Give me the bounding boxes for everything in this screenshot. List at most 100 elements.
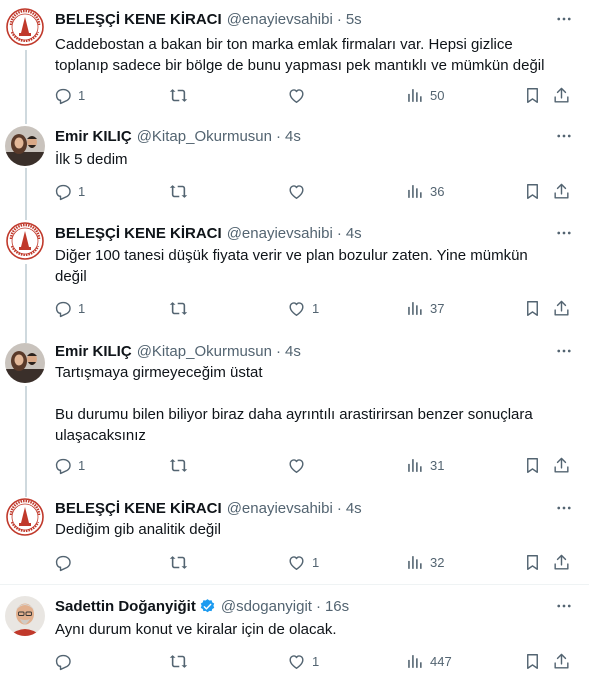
- retweet-button[interactable]: [169, 84, 194, 106]
- tweet[interactable]: BELEŞÇİ KENE KİRACI @enayievsahibi · 4s …: [0, 214, 589, 342]
- user-handle[interactable]: @enayievsahibi: [227, 500, 333, 517]
- separator-dot: ·: [275, 127, 281, 145]
- avatar[interactable]: [5, 497, 45, 537]
- avatar[interactable]: [5, 126, 45, 166]
- tweet[interactable]: BELEŞÇİ KENE KİRACI @enayievsahibi · 4s …: [0, 488, 589, 584]
- bookmark-icon: [527, 87, 538, 103]
- more-icon[interactable]: [553, 223, 575, 243]
- timestamp[interactable]: 16s: [325, 598, 349, 615]
- views-icon: [408, 184, 422, 198]
- tweet[interactable]: Emir KILIÇ @Kitap_Okurmusun · 4s İlk 5 d…: [0, 116, 589, 218]
- bookmark-button[interactable]: [523, 650, 542, 672]
- avatar[interactable]: [5, 7, 45, 47]
- tweet[interactable]: Emir KILIÇ @Kitap_Okurmusun · 4s Tartışm…: [0, 338, 589, 492]
- bookmark-button[interactable]: [523, 551, 542, 573]
- reply-button[interactable]: 1: [53, 84, 85, 106]
- share-button[interactable]: [552, 454, 571, 476]
- reply-button[interactable]: 1: [53, 297, 85, 319]
- bookmark-button[interactable]: [523, 180, 542, 202]
- share-button[interactable]: [552, 650, 571, 672]
- retweet-icon: [169, 555, 188, 569]
- share-button[interactable]: [552, 84, 571, 106]
- views-button[interactable]: 36: [405, 180, 444, 202]
- user-handle[interactable]: @enayievsahibi: [227, 225, 333, 242]
- display-name[interactable]: Emir KILIÇ: [55, 343, 132, 360]
- bookmark-icon: [527, 183, 538, 199]
- user-handle[interactable]: @Kitap_Okurmusun: [137, 128, 272, 145]
- avatar[interactable]: [5, 343, 45, 383]
- more-icon[interactable]: [553, 596, 575, 616]
- like-button[interactable]: [287, 84, 312, 106]
- bookmark-icon: [527, 554, 538, 570]
- bookmark-icon: [527, 653, 538, 669]
- tweet-header: Emir KILIÇ @Kitap_Okurmusun · 4s: [55, 126, 301, 146]
- reply-button[interactable]: 1: [53, 454, 85, 476]
- thread-line: [25, 50, 27, 118]
- retweet-button[interactable]: [169, 297, 194, 319]
- bookmark-button[interactable]: [523, 297, 542, 319]
- more-icon[interactable]: [553, 9, 575, 29]
- tweet[interactable]: BELEŞÇİ KENE KİRACI @enayievsahibi · 5s …: [0, 0, 589, 118]
- timestamp[interactable]: 4s: [346, 225, 362, 242]
- display-name[interactable]: BELEŞÇİ KENE KİRACI: [55, 500, 222, 517]
- display-name[interactable]: Sadettin Doğanyiğit: [55, 598, 196, 615]
- tweet-text: Diğer 100 tanesi düşük fiyata verir ve p…: [55, 247, 528, 285]
- timestamp[interactable]: 4s: [346, 500, 362, 517]
- views-icon: [408, 555, 422, 569]
- timestamp[interactable]: 5s: [346, 11, 362, 28]
- reply-count: 1: [78, 87, 86, 103]
- share-button[interactable]: [552, 551, 571, 573]
- tweet-actions: 1 447: [53, 650, 575, 672]
- reply-button[interactable]: [53, 650, 78, 672]
- views-button[interactable]: 31: [405, 454, 444, 476]
- tweet[interactable]: Sadettin Doğanyiğit @sdoganyigit · 16s A…: [0, 585, 589, 681]
- views-button[interactable]: 32: [405, 551, 444, 573]
- share-icon: [554, 653, 569, 669]
- like-button[interactable]: 1: [287, 551, 319, 573]
- like-button[interactable]: [287, 180, 312, 202]
- bookmark-button[interactable]: [523, 454, 542, 476]
- user-handle[interactable]: @Kitap_Okurmusun: [137, 343, 272, 360]
- share-button[interactable]: [552, 180, 571, 202]
- share-icon: [554, 87, 569, 103]
- user-handle[interactable]: @enayievsahibi: [227, 11, 333, 28]
- display-name[interactable]: Emir KILIÇ: [55, 128, 132, 145]
- separator-dot: ·: [336, 224, 342, 242]
- retweet-button[interactable]: [169, 454, 194, 476]
- reply-button[interactable]: 1: [53, 180, 85, 202]
- user-handle[interactable]: @sdoganyigit: [221, 598, 312, 615]
- more-icon[interactable]: [553, 126, 575, 146]
- timestamp[interactable]: 4s: [285, 128, 301, 145]
- tweet-actions: 1 32: [53, 551, 575, 573]
- heart-icon: [289, 301, 304, 316]
- reply-icon: [55, 555, 71, 571]
- like-button[interactable]: 1: [287, 650, 319, 672]
- views-button[interactable]: 50: [405, 84, 444, 106]
- retweet-button[interactable]: [169, 551, 194, 573]
- tweet-header: BELEŞÇİ KENE KİRACI @enayievsahibi · 4s: [55, 498, 362, 518]
- timestamp[interactable]: 4s: [285, 343, 301, 360]
- display-name[interactable]: BELEŞÇİ KENE KİRACI: [55, 225, 222, 242]
- retweet-icon: [169, 88, 188, 102]
- more-icon[interactable]: [553, 341, 575, 361]
- avatar[interactable]: [5, 221, 45, 261]
- view-count: 447: [430, 653, 452, 669]
- reply-count: 1: [78, 457, 86, 473]
- share-button[interactable]: [552, 297, 571, 319]
- reply-button[interactable]: [53, 551, 78, 573]
- like-button[interactable]: 1: [287, 297, 319, 319]
- more-icon[interactable]: [553, 498, 575, 518]
- retweet-button[interactable]: [169, 650, 194, 672]
- heart-icon: [289, 88, 304, 103]
- views-icon: [408, 654, 422, 668]
- display-name[interactable]: BELEŞÇİ KENE KİRACI: [55, 11, 222, 28]
- like-count: 1: [312, 554, 320, 570]
- couple-photo-icon: [5, 343, 45, 383]
- like-button[interactable]: [287, 454, 312, 476]
- retweet-button[interactable]: [169, 180, 194, 202]
- avatar[interactable]: [5, 596, 45, 636]
- views-button[interactable]: 447: [405, 650, 452, 672]
- bookmark-button[interactable]: [523, 84, 542, 106]
- views-button[interactable]: 37: [405, 297, 444, 319]
- bookmark-icon: [527, 457, 538, 473]
